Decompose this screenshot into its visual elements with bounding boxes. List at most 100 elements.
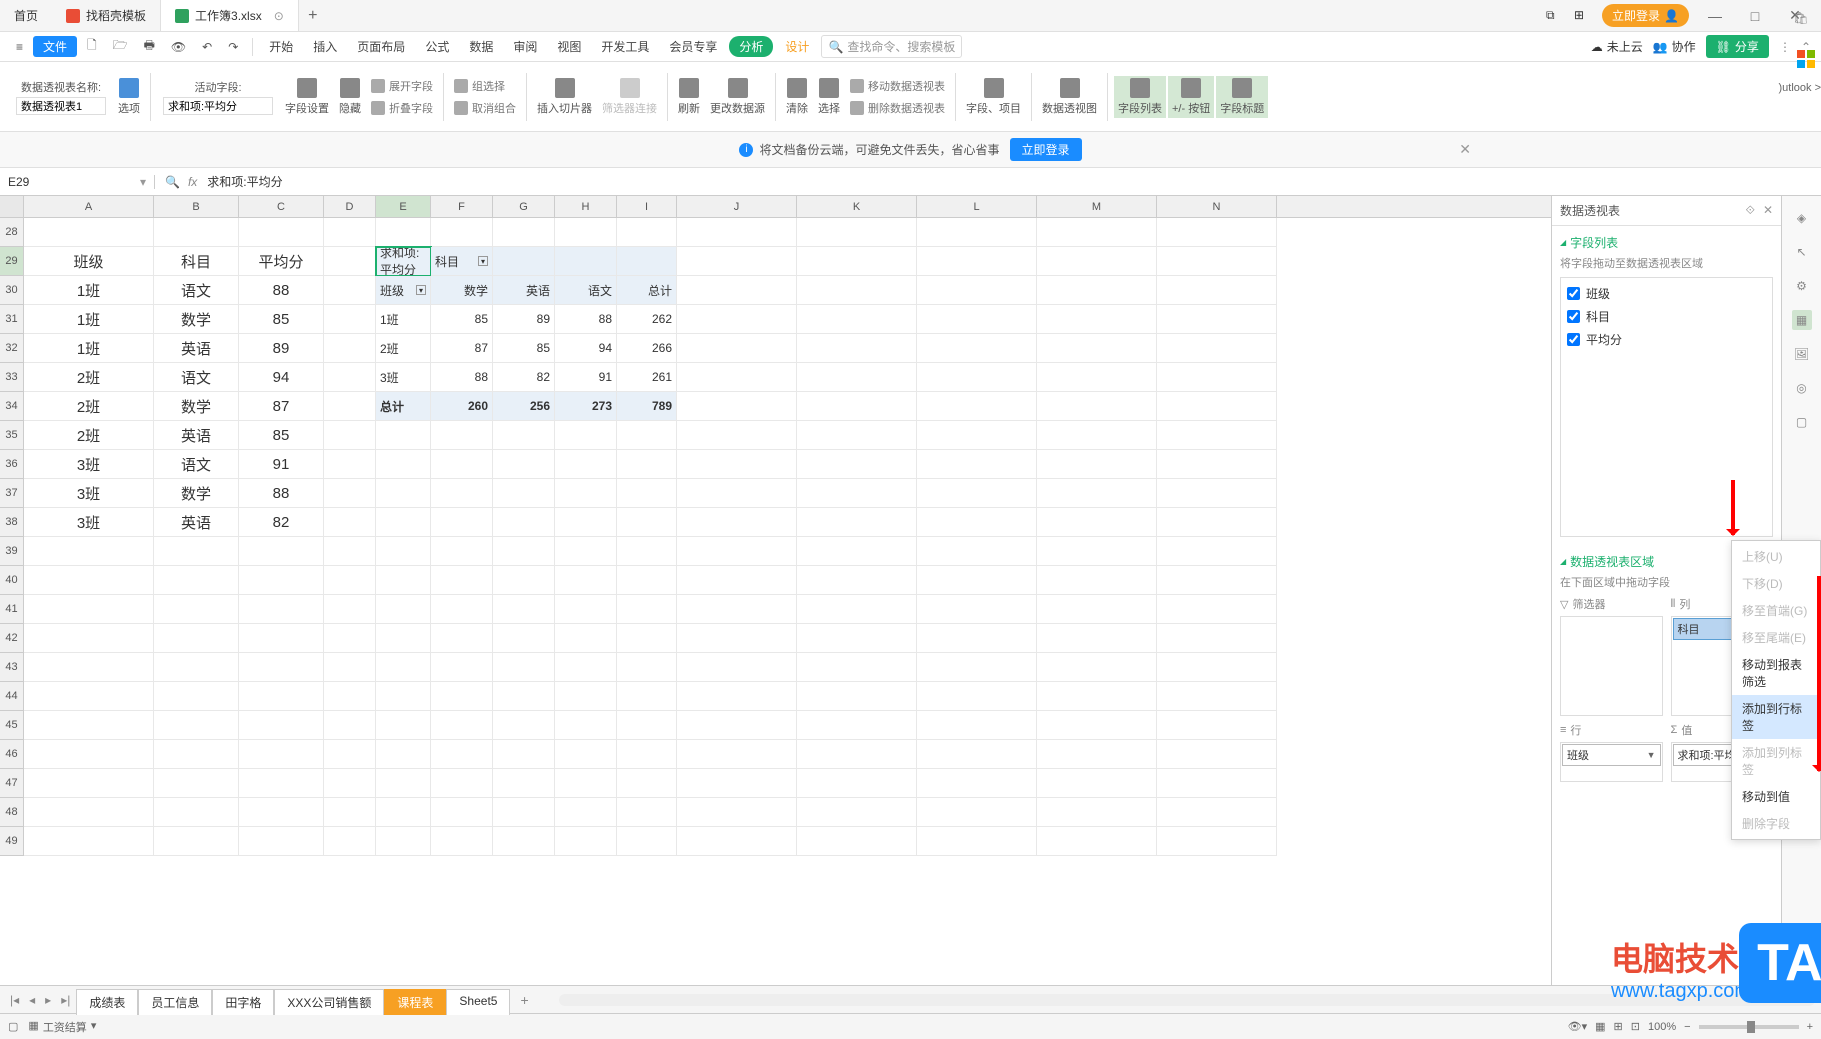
cell-H42[interactable] <box>555 624 617 653</box>
cell-H28[interactable] <box>555 218 617 247</box>
cell-C41[interactable] <box>239 595 324 624</box>
new-icon[interactable]: 🗋 <box>81 34 103 59</box>
cell-B38[interactable]: 英语 <box>154 508 239 537</box>
cell-B39[interactable] <box>154 537 239 566</box>
col-header-C[interactable]: C <box>239 196 324 217</box>
book-icon[interactable]: ▢ <box>1792 412 1812 432</box>
cell-I46[interactable] <box>617 740 677 769</box>
cell-H49[interactable] <box>555 827 617 856</box>
cell-F40[interactable] <box>431 566 493 595</box>
collab-button[interactable]: 👥协作 <box>1653 38 1696 55</box>
col-header-I[interactable]: I <box>617 196 677 217</box>
cell-D43[interactable] <box>324 653 376 682</box>
cell-E33[interactable]: 3班 <box>376 363 431 392</box>
close-icon[interactable]: ⊙ <box>274 9 284 23</box>
add-sheet-button[interactable]: + <box>512 992 536 1008</box>
cell-K42[interactable] <box>797 624 917 653</box>
cell-L49[interactable] <box>917 827 1037 856</box>
salary-button[interactable]: ▦工资结算▾ <box>28 1019 96 1035</box>
cursor-icon[interactable]: ↖ <box>1792 242 1812 262</box>
cell-I38[interactable] <box>617 508 677 537</box>
sheet-tab-4[interactable]: 课程表 <box>384 989 446 1015</box>
tablet-icon[interactable]: ▢ <box>8 1020 18 1033</box>
menu-tab-dev[interactable]: 开发工具 <box>593 36 657 57</box>
cell-H43[interactable] <box>555 653 617 682</box>
undo-icon[interactable]: ↶ <box>196 38 218 56</box>
cell-G37[interactable] <box>493 479 555 508</box>
login-button[interactable]: 立即登录 👤 <box>1602 4 1689 27</box>
cell-C35[interactable]: 85 <box>239 421 324 450</box>
cell-K38[interactable] <box>797 508 917 537</box>
tab-template[interactable]: 找稻壳模板 <box>52 0 161 31</box>
cell-F47[interactable] <box>431 769 493 798</box>
col-header-D[interactable]: D <box>324 196 376 217</box>
cell-L30[interactable] <box>917 276 1037 305</box>
cell-A42[interactable] <box>24 624 154 653</box>
row-header-31[interactable]: 31 <box>0 305 24 334</box>
cell-L38[interactable] <box>917 508 1037 537</box>
cell-J33[interactable] <box>677 363 797 392</box>
cell-I43[interactable] <box>617 653 677 682</box>
row-header-41[interactable]: 41 <box>0 595 24 624</box>
cell-L36[interactable] <box>917 450 1037 479</box>
cell-G33[interactable]: 82 <box>493 363 555 392</box>
dropdown-icon[interactable]: ▼ <box>1647 750 1656 760</box>
cell-K30[interactable] <box>797 276 917 305</box>
save-icon[interactable]: 🖶 <box>138 34 161 59</box>
cell-C49[interactable] <box>239 827 324 856</box>
cell-F29[interactable]: 科目▾ <box>431 247 493 276</box>
cell-N37[interactable] <box>1157 479 1277 508</box>
cell-G45[interactable] <box>493 711 555 740</box>
sheet-nav-last[interactable]: ▸| <box>57 993 74 1007</box>
plusminus-button[interactable]: +/- 按钮 <box>1168 76 1214 118</box>
cell-G40[interactable] <box>493 566 555 595</box>
sheet-tab-5[interactable]: Sheet5 <box>446 989 510 1015</box>
cell-L39[interactable] <box>917 537 1037 566</box>
cell-L34[interactable] <box>917 392 1037 421</box>
redo-icon[interactable]: ↷ <box>222 38 244 56</box>
pin-icon[interactable]: ⟐ <box>1745 203 1754 218</box>
cell-C47[interactable] <box>239 769 324 798</box>
cell-I31[interactable]: 262 <box>617 305 677 334</box>
cell-C29[interactable]: 平均分 <box>239 247 324 276</box>
menu-tab-view[interactable]: 视图 <box>549 36 589 57</box>
cell-J37[interactable] <box>677 479 797 508</box>
cell-J35[interactable] <box>677 421 797 450</box>
cell-B32[interactable]: 英语 <box>154 334 239 363</box>
row-header-48[interactable]: 48 <box>0 798 24 827</box>
cell-E34[interactable]: 总计 <box>376 392 431 421</box>
zoom-in[interactable]: + <box>1807 1021 1813 1033</box>
cell-I49[interactable] <box>617 827 677 856</box>
cell-N31[interactable] <box>1157 305 1277 334</box>
cell-H40[interactable] <box>555 566 617 595</box>
view-page-icon[interactable]: ⊞ <box>1614 1020 1623 1033</box>
row-header-35[interactable]: 35 <box>0 421 24 450</box>
cell-H31[interactable]: 88 <box>555 305 617 334</box>
group-select-button[interactable]: 组选择 <box>454 78 516 94</box>
cell-C32[interactable]: 89 <box>239 334 324 363</box>
cell-K45[interactable] <box>797 711 917 740</box>
cell-I35[interactable] <box>617 421 677 450</box>
cell-B35[interactable]: 英语 <box>154 421 239 450</box>
cell-N39[interactable] <box>1157 537 1277 566</box>
row-header-42[interactable]: 42 <box>0 624 24 653</box>
row-header-34[interactable]: 34 <box>0 392 24 421</box>
cell-C34[interactable]: 87 <box>239 392 324 421</box>
cell-C46[interactable] <box>239 740 324 769</box>
field-checkbox[interactable] <box>1567 333 1580 346</box>
cell-B36[interactable]: 语文 <box>154 450 239 479</box>
cell-I34[interactable]: 789 <box>617 392 677 421</box>
cell-E44[interactable] <box>376 682 431 711</box>
cell-L43[interactable] <box>917 653 1037 682</box>
cell-L31[interactable] <box>917 305 1037 334</box>
refresh-button[interactable]: 刷新 <box>674 76 704 118</box>
cell-A46[interactable] <box>24 740 154 769</box>
cell-G46[interactable] <box>493 740 555 769</box>
cell-L46[interactable] <box>917 740 1037 769</box>
cell-C43[interactable] <box>239 653 324 682</box>
cell-H45[interactable] <box>555 711 617 740</box>
sheet-tab-2[interactable]: 田字格 <box>212 989 274 1015</box>
cell-F37[interactable] <box>431 479 493 508</box>
cell-E30[interactable]: 班级▾ <box>376 276 431 305</box>
cell-I42[interactable] <box>617 624 677 653</box>
